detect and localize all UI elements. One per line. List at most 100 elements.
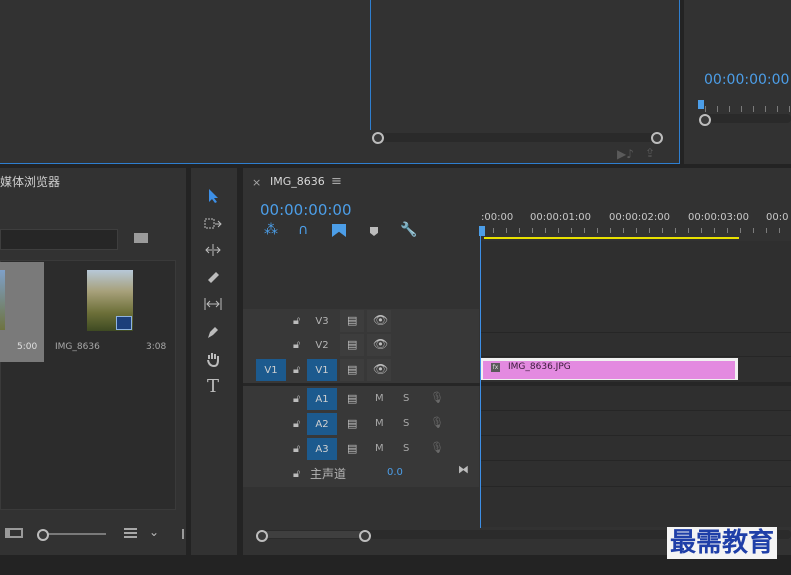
program-scroll-handle[interactable] — [699, 114, 711, 126]
timeline-playhead-line[interactable] — [480, 236, 481, 528]
timeline-playhead-handle[interactable] — [479, 226, 485, 236]
source-monitor-bottom-edge — [0, 163, 680, 164]
ruler-label-2: 00:00:02:00 — [609, 212, 671, 223]
ruler-label-4: 00:0 — [766, 212, 789, 223]
source-monitor-divider — [370, 0, 371, 130]
media-browser-search-input[interactable] — [0, 229, 118, 250]
snap-icon[interactable]: ∩ — [298, 223, 308, 237]
source-scroll-start-handle[interactable] — [372, 132, 384, 144]
track-header-master — [243, 461, 479, 487]
timeline-menu-icon[interactable]: ≡ — [331, 174, 342, 189]
media-browser-view-icon[interactable] — [5, 528, 23, 538]
track-output-icon[interactable]: ▤ — [347, 364, 357, 375]
track-target-v1[interactable]: V1 — [307, 359, 337, 381]
ruler-ticks — [480, 228, 791, 233]
insert-icon[interactable]: ⇪ — [645, 147, 655, 159]
media-browser-search-icon[interactable] — [134, 233, 148, 243]
master-track-label: 主声道 — [310, 467, 347, 481]
track-lock-icon[interactable]: 🔓︎ — [293, 364, 300, 375]
track-name-v3[interactable]: V3 — [307, 310, 337, 332]
track-lane-v2[interactable] — [480, 333, 791, 357]
video-track-lanes-empty — [480, 241, 791, 310]
master-end-icon[interactable]: ⧓ — [458, 464, 469, 475]
track-target-a2[interactable]: A2 — [307, 413, 337, 435]
sort-dropdown-chevron-icon[interactable]: ⌄ — [149, 526, 159, 538]
mute-button[interactable]: M — [375, 418, 384, 429]
watermark-logo: 最需教育 — [667, 527, 778, 559]
timeline-ruler[interactable] — [480, 205, 791, 241]
program-ruler-ticks — [705, 106, 791, 112]
track-output-icon[interactable]: ▤ — [347, 315, 357, 326]
timeline-scroll-end-handle[interactable] — [359, 530, 371, 542]
media-item-thumbnail — [0, 270, 5, 330]
eye-icon[interactable]: 👁︎ — [373, 338, 388, 350]
media-item-badge-icon — [116, 316, 132, 330]
clip-name: IMG_8636.JPG — [508, 362, 571, 372]
timeline-scroll-start-handle[interactable] — [256, 530, 268, 542]
track-output-icon[interactable]: ▤ — [347, 418, 357, 429]
track-target-a1[interactable]: A1 — [307, 388, 337, 410]
solo-button[interactable]: S — [403, 443, 409, 454]
export-frame-icon[interactable]: ▶♪ — [617, 148, 634, 160]
timeline-scroll-thumb[interactable] — [262, 531, 366, 538]
voiceover-record-icon[interactable]: 🎙︎ — [430, 417, 444, 428]
source-monitor-right-edge — [679, 0, 680, 164]
selection-tool-icon[interactable] — [200, 185, 226, 207]
track-output-icon[interactable]: ▤ — [347, 393, 357, 404]
track-select-tool-icon[interactable] — [200, 213, 226, 235]
mute-button[interactable]: M — [375, 393, 384, 404]
solo-button[interactable]: S — [403, 393, 409, 404]
track-lock-icon[interactable]: 🔓︎ — [293, 468, 300, 479]
voiceover-record-icon[interactable]: 🎙︎ — [430, 442, 444, 453]
source-patch-v1[interactable]: V1 — [256, 359, 286, 381]
settings-wrench-icon[interactable]: 🔧 — [400, 223, 417, 237]
media-item-duration: 5:00 — [17, 342, 38, 352]
track-lane-a2[interactable] — [480, 411, 791, 436]
track-target-a3[interactable]: A3 — [307, 438, 337, 460]
track-lane-master[interactable] — [480, 461, 791, 487]
timeline-close-icon[interactable]: × — [252, 176, 261, 189]
pen-tool-icon[interactable] — [200, 321, 226, 343]
type-tool-icon[interactable]: T — [200, 375, 226, 397]
hand-tool-icon[interactable] — [200, 348, 226, 370]
track-lane-v3[interactable] — [480, 309, 791, 333]
mute-button[interactable]: M — [375, 443, 384, 454]
ruler-label-0: :00:00 — [481, 212, 514, 223]
source-scroll-end-handle[interactable] — [651, 132, 663, 144]
media-item-name: IMG_8636 — [55, 342, 100, 352]
ruler-label-1: 00:00:01:00 — [530, 212, 592, 223]
eye-icon[interactable]: 👁︎ — [373, 314, 388, 326]
track-output-icon[interactable]: ▤ — [347, 443, 357, 454]
voiceover-record-icon[interactable]: 🎙︎ — [430, 392, 444, 403]
work-area-bar[interactable] — [484, 237, 739, 239]
track-lock-icon[interactable]: 🔓︎ — [293, 315, 300, 326]
snap-nest-icon[interactable]: ⁂ — [264, 223, 278, 237]
timeline-timecode[interactable]: 00:00:00:00 — [260, 201, 352, 219]
track-lock-icon[interactable]: 🔓︎ — [293, 418, 300, 429]
timeline-sequence-tab[interactable]: IMG_8636 — [270, 175, 325, 188]
ripple-edit-tool-icon[interactable] — [200, 239, 226, 261]
razor-tool-icon[interactable] — [200, 266, 226, 288]
track-lock-icon[interactable]: 🔓︎ — [293, 443, 300, 454]
source-monitor-scrollbar[interactable] — [374, 133, 662, 142]
zoom-slider-handle[interactable] — [37, 529, 49, 541]
track-lane-a3[interactable] — [480, 436, 791, 461]
media-browser-zoom-slider[interactable] — [44, 533, 106, 535]
sort-icon[interactable] — [124, 528, 137, 538]
track-output-icon[interactable]: ▤ — [347, 339, 357, 350]
media-browser-tab[interactable]: 媒体浏览器 — [0, 173, 60, 190]
program-playhead[interactable] — [698, 100, 704, 109]
program-scrollbar[interactable] — [702, 114, 791, 123]
master-volume-value[interactable]: 0.0 — [387, 467, 403, 478]
track-name-v2[interactable]: V2 — [307, 334, 337, 356]
track-lane-a1[interactable] — [480, 386, 791, 411]
track-lock-icon[interactable]: 🔓︎ — [293, 393, 300, 404]
solo-button[interactable]: S — [403, 418, 409, 429]
clip-fx-badge: fx — [491, 363, 500, 372]
program-timecode[interactable]: 00:00:00:00 — [704, 72, 789, 88]
slip-tool-icon[interactable] — [200, 293, 226, 315]
video-track-header-empty — [243, 241, 479, 309]
timeline-empty-lane — [480, 487, 791, 527]
track-lock-icon[interactable]: 🔓︎ — [293, 339, 300, 350]
eye-icon[interactable]: 👁︎ — [373, 363, 388, 375]
